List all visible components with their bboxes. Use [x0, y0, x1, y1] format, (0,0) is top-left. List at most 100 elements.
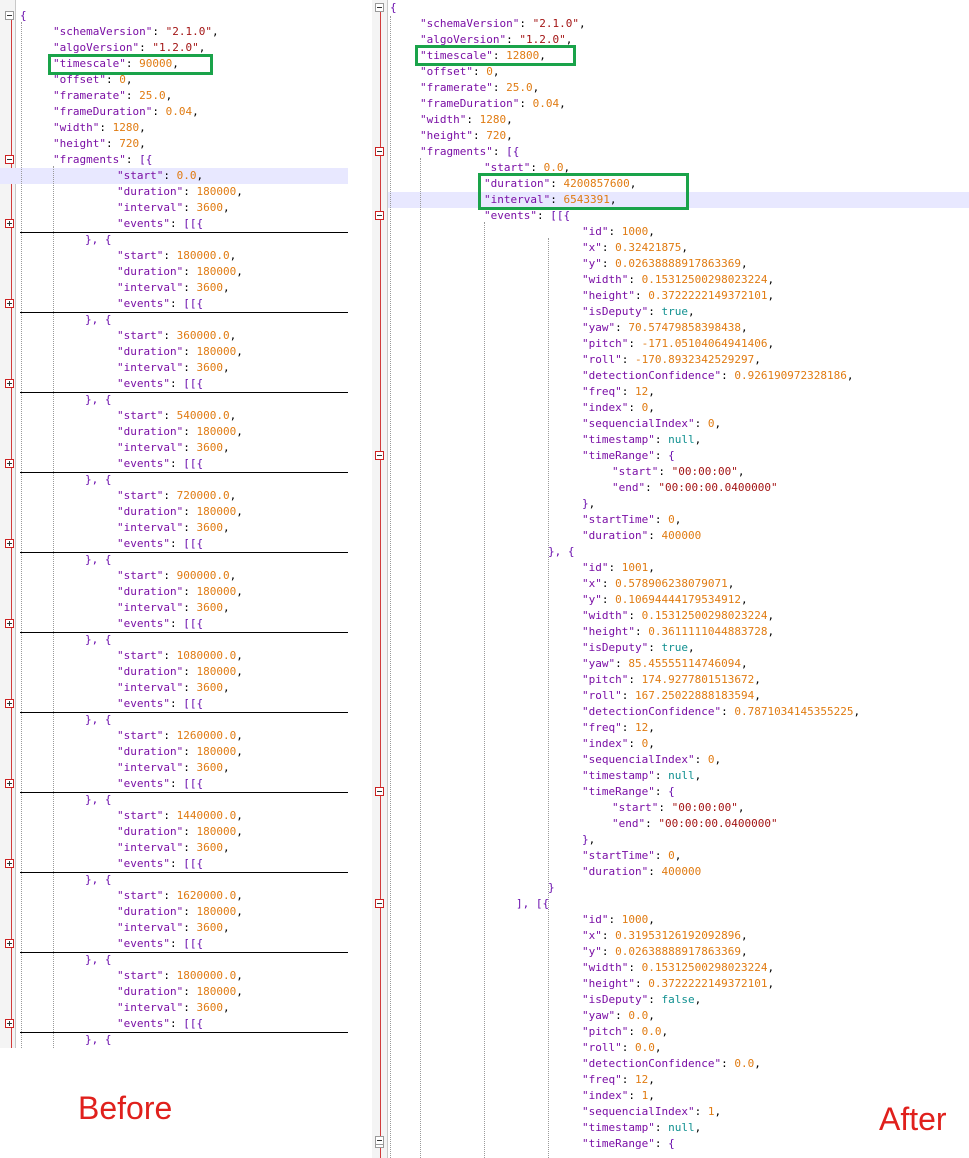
- json-key: "index": [582, 737, 629, 750]
- fold-collapse-icon[interactable]: [375, 1136, 384, 1145]
- fold-expand-icon[interactable]: [5, 379, 14, 388]
- code-line: "x": 0.578906238079071,: [372, 576, 969, 592]
- json-key: "roll": [582, 689, 622, 702]
- code-text: "roll": 167.25022888183594,: [582, 689, 761, 702]
- json-key: "sequencialIndex": [582, 1105, 695, 1118]
- json-key: "pitch": [582, 673, 629, 686]
- json-key: "height": [53, 137, 106, 150]
- before-editor-panel: {"schemaVersion": "2.1.0", "algoVersion":…: [0, 0, 348, 1048]
- json-key: "events": [117, 617, 170, 630]
- json-key: "events": [117, 937, 170, 950]
- fold-collapse-icon[interactable]: [375, 899, 384, 908]
- code-text: "width": 0.15312500298023224,: [582, 273, 775, 286]
- code-text: "freq": 12,: [582, 721, 655, 734]
- code-line: "startTime": 0,: [372, 848, 969, 864]
- code-line: {: [0, 8, 348, 24]
- code-text: "start": 180000.0,: [117, 249, 237, 262]
- code-line: "y": 0.02638888917863369,: [372, 944, 969, 960]
- code-text: "x": 0.32421875,: [582, 241, 688, 254]
- fold-collapse-icon[interactable]: [375, 3, 384, 12]
- fold-collapse-icon[interactable]: [375, 451, 384, 460]
- code-text: "timeRange": {: [582, 1137, 675, 1150]
- code-line: "schemaVersion": "2.1.0",: [372, 16, 969, 32]
- json-value: 0.3722222149372101: [648, 289, 768, 302]
- json-value: "00:00:00.0400000": [658, 817, 778, 830]
- json-key: "timeRange": [582, 785, 655, 798]
- code-line: }, {: [372, 544, 969, 560]
- json-value: 360000.0: [176, 329, 230, 342]
- json-value: 1620000.0: [176, 889, 237, 902]
- json-value: 540000.0: [176, 409, 230, 422]
- json-key: "isDeputy": [582, 641, 649, 654]
- code-line: "timeRange": {: [372, 448, 969, 464]
- code-text: "events": [[{: [117, 537, 204, 550]
- code-text: "interval": 3600,: [117, 601, 230, 614]
- code-text: "frameDuration": 0.04,: [53, 105, 199, 118]
- code-text: "sequencialIndex": 0,: [582, 753, 722, 766]
- code-text: "yaw": 70.57479858398438,: [582, 321, 748, 334]
- fold-expand-icon[interactable]: [5, 1019, 14, 1028]
- json-value: 85.45555114746094: [628, 657, 741, 670]
- code-text: "interval": 3600,: [117, 921, 230, 934]
- fold-expand-icon[interactable]: [5, 699, 14, 708]
- code-text: "isDeputy": true,: [582, 305, 695, 318]
- json-key: "detectionConfidence": [582, 705, 722, 718]
- code-text: "start": 1260000.0,: [117, 729, 243, 742]
- fold-expand-icon[interactable]: [5, 779, 14, 788]
- fold-expand-icon[interactable]: [5, 299, 14, 308]
- json-key: "width": [582, 609, 629, 622]
- code-line: "height": 0.3722222149372101,: [372, 976, 969, 992]
- code-text: }, {: [85, 473, 112, 486]
- code-line: "frameDuration": 0.04,: [372, 96, 969, 112]
- code-text: "timestamp": null,: [582, 1121, 702, 1134]
- json-value: 0.3722222149372101: [648, 977, 768, 990]
- fold-expand-icon[interactable]: [5, 859, 14, 868]
- code-text: "schemaVersion": "2.1.0",: [420, 17, 586, 30]
- indent-guide: [484, 222, 486, 1158]
- code-line: "x": 0.32421875,: [372, 240, 969, 256]
- code-text: },: [582, 497, 596, 510]
- code-text: "start": 1620000.0,: [117, 889, 243, 902]
- code-text: "detectionConfidence": 0.0,: [582, 1057, 761, 1070]
- fold-expand-icon[interactable]: [5, 939, 14, 948]
- fold-expand-icon[interactable]: [5, 539, 14, 548]
- json-value: 0: [668, 513, 675, 526]
- code-text: "startTime": 0,: [582, 513, 682, 526]
- json-key: "id": [582, 913, 609, 926]
- fold-collapse-icon[interactable]: [375, 211, 384, 220]
- fold-collapse-icon[interactable]: [375, 147, 384, 156]
- fold-expand-icon[interactable]: [5, 459, 14, 468]
- json-key: "interval": [117, 601, 184, 614]
- fold-expand-icon[interactable]: [5, 219, 14, 228]
- code-line: "sequencialIndex": 0,: [372, 416, 969, 432]
- json-key: "width": [582, 273, 629, 286]
- code-text: "events": [[{: [117, 457, 204, 470]
- code-text: "yaw": 85.45555114746094,: [582, 657, 748, 670]
- fold-collapse-icon[interactable]: [5, 11, 14, 20]
- json-key: "width": [420, 113, 467, 126]
- json-key: "timestamp": [582, 433, 655, 446]
- code-line: "offset": 0,: [372, 64, 969, 80]
- fold-collapse-icon[interactable]: [375, 787, 384, 796]
- json-key: "detectionConfidence": [582, 369, 722, 382]
- json-value: 3600: [196, 521, 223, 534]
- code-text: "sequencialIndex": 1,: [582, 1105, 722, 1118]
- highlight-duration-interval-after: [478, 173, 689, 210]
- fold-collapse-icon[interactable]: [5, 155, 14, 164]
- caption-before: Before: [78, 1090, 173, 1126]
- code-line: "duration": 400000: [372, 528, 969, 544]
- fold-expand-icon[interactable]: [5, 619, 14, 628]
- json-key: "interval": [117, 681, 184, 694]
- json-value: "2.1.0": [165, 25, 212, 38]
- json-key: "schemaVersion": [53, 25, 153, 38]
- json-key: "freq": [582, 385, 622, 398]
- json-key: "interval": [117, 841, 184, 854]
- json-value: 0.926190972328186: [734, 369, 847, 382]
- code-text: "start": 1080000.0,: [117, 649, 243, 662]
- code-text: "width": 1280,: [53, 121, 146, 134]
- json-key: "duration": [117, 505, 184, 518]
- code-text: "height": 0.3722222149372101,: [582, 289, 775, 302]
- json-key: "interval": [117, 921, 184, 934]
- json-key: "duration": [117, 185, 184, 198]
- code-line: "fragments": [{: [372, 144, 969, 160]
